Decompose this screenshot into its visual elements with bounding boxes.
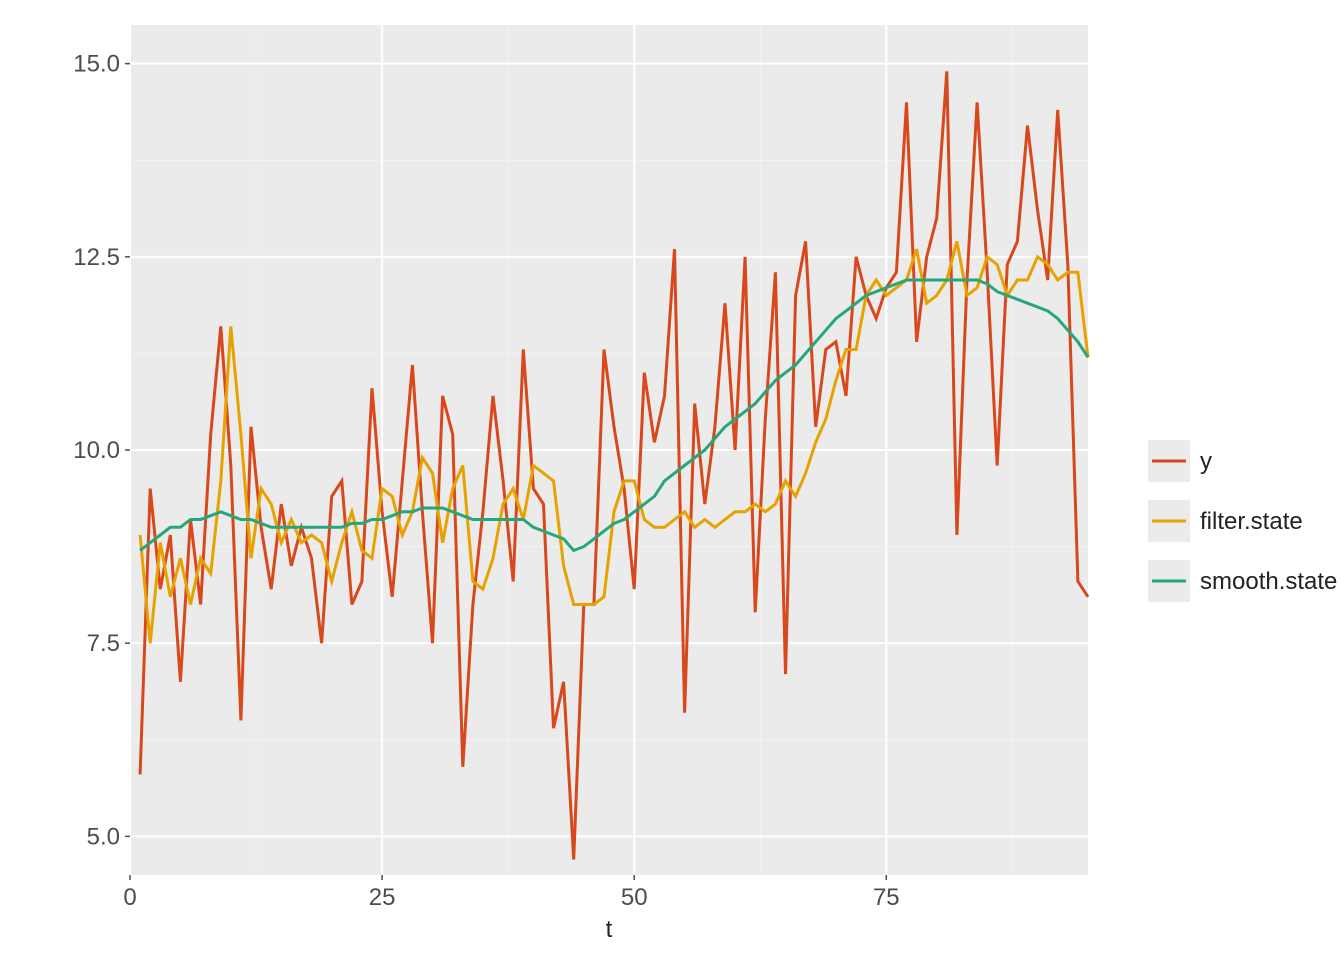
chart-svg: 5.0 7.5 10.0 12.5 15.0 0 25 50 75 t y filter.state s… — [0, 0, 1344, 960]
y-tick-label: 7.5 — [87, 630, 120, 657]
legend-label: y — [1200, 448, 1212, 475]
x-tick-label: 25 — [369, 884, 396, 911]
x-tick-label: 50 — [621, 884, 648, 911]
y-tick-label: 5.0 — [87, 823, 120, 850]
legend-label: filter.state — [1200, 508, 1303, 535]
y-tick-label: 15.0 — [73, 51, 120, 78]
x-tick-label: 75 — [873, 884, 900, 911]
x-tick-label: 0 — [123, 884, 136, 911]
legend-label: smooth.state — [1200, 568, 1337, 595]
chart-root: 5.0 7.5 10.0 12.5 15.0 0 25 50 75 t y filter.state s… — [0, 0, 1344, 960]
y-tick-label: 10.0 — [73, 437, 120, 464]
y-tick-label: 12.5 — [73, 244, 120, 271]
x-axis-title: t — [606, 916, 613, 943]
